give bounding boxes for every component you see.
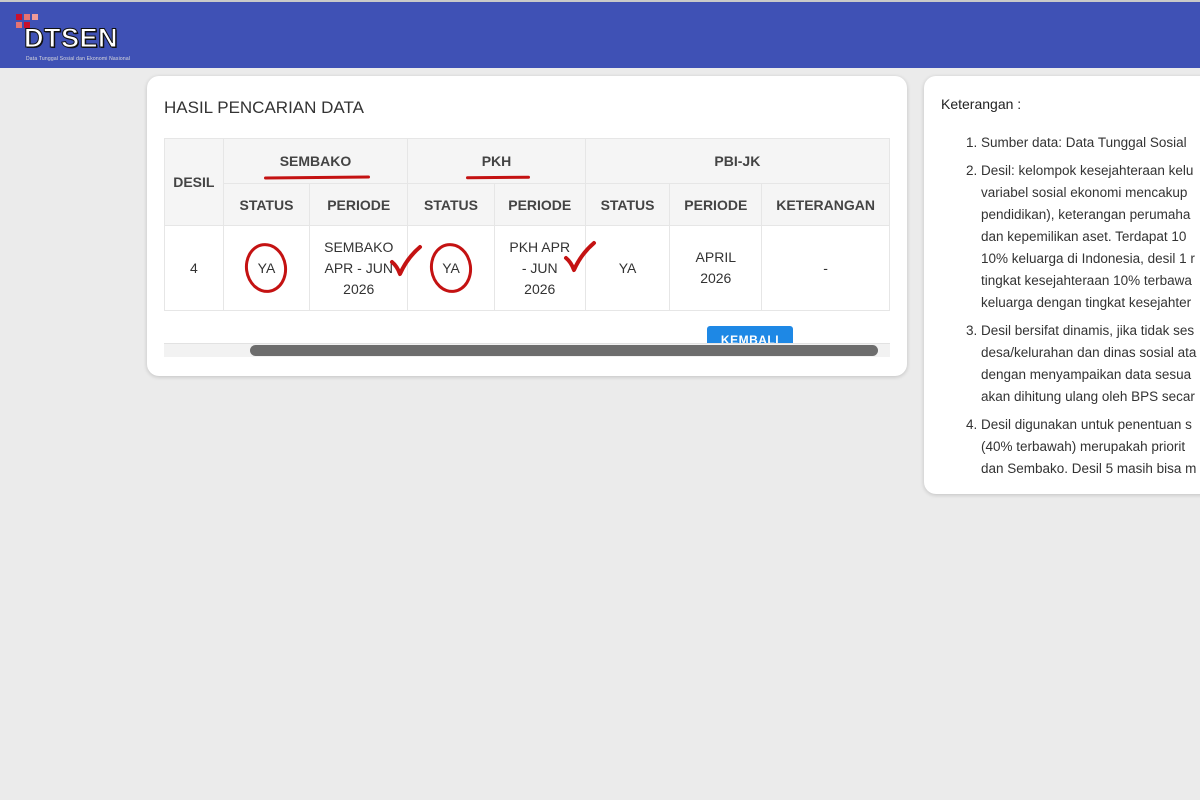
cell-pbi-status: YA: [584, 225, 671, 311]
info-title: Keterangan :: [941, 96, 1022, 112]
red-check-icon: [563, 241, 596, 272]
header-group-pbi-jk: PBI-JK: [584, 138, 890, 184]
info-panel: Keterangan : Sumber data: Data Tunggal S…: [924, 76, 1200, 494]
info-list-item: Sumber data: Data Tunggal Sosial: [981, 132, 1200, 154]
cell-pbi-periode: APRIL 2026: [669, 225, 763, 311]
cell-keterangan: -: [761, 225, 890, 311]
result-table: DESIL SEMBAKO PKH PBI-JK STATUS PERIODE …: [164, 138, 890, 341]
result-table-container[interactable]: DESIL SEMBAKO PKH PBI-JK STATUS PERIODE …: [164, 138, 890, 358]
page-title: HASIL PENCARIAN DATA: [164, 98, 364, 117]
info-list: Sumber data: Data Tunggal Sosial Desil: …: [941, 132, 1200, 486]
horizontal-scrollbar[interactable]: [164, 343, 890, 357]
logo-text: DTSEN: [23, 23, 119, 54]
top-app-bar: DTSEN Data Tunggal Sosial dan Ekonomi Na…: [0, 0, 1200, 68]
header-status: STATUS: [222, 183, 311, 226]
header-periode: PERIODE: [309, 183, 409, 226]
red-circle-annotation: [426, 240, 476, 296]
header-periode: PERIODE: [493, 183, 586, 226]
red-underline-annotation: [465, 175, 530, 180]
header-keterangan: KETERANGAN: [761, 183, 890, 226]
cell-pkh-status: YA: [407, 225, 495, 311]
search-result-card: HASIL PENCARIAN DATA DESIL SEMBAKO PKH P…: [147, 76, 907, 376]
info-list-item: Desil bersifat dinamis, jika tidak ses d…: [981, 320, 1200, 408]
header-desil: DESIL: [164, 138, 224, 226]
header-group-pkh: PKH: [407, 138, 586, 184]
red-circle-annotation: [242, 240, 291, 296]
cell-desil: 4: [164, 225, 224, 311]
cell-sembako-periode: SEMBAKO APR - JUN 2026: [309, 225, 423, 311]
table-row: 4 YA SEMBAKO APR - JUN 2026 YA PKH APR -…: [164, 225, 890, 311]
info-list-item: Desil: kelompok kesejahteraan kelu varia…: [981, 160, 1200, 314]
header-periode: PERIODE: [669, 183, 763, 226]
logo-subtitle: Data Tunggal Sosial dan Ekonomi Nasional: [26, 56, 131, 62]
scrollbar-thumb[interactable]: [250, 345, 878, 356]
red-underline-annotation: [263, 175, 370, 180]
header-group-sembako: SEMBAKO: [222, 138, 409, 184]
header-status: STATUS: [407, 183, 495, 226]
header-status: STATUS: [584, 183, 671, 226]
cell-sembako-status: YA: [222, 225, 311, 311]
dtsen-logo[interactable]: DTSEN Data Tunggal Sosial dan Ekonomi Na…: [16, 12, 134, 62]
info-list-item: Desil digunakan untuk penentuan s (40% t…: [981, 414, 1200, 480]
cell-pkh-periode: PKH APR - JUN 2026: [493, 225, 596, 311]
